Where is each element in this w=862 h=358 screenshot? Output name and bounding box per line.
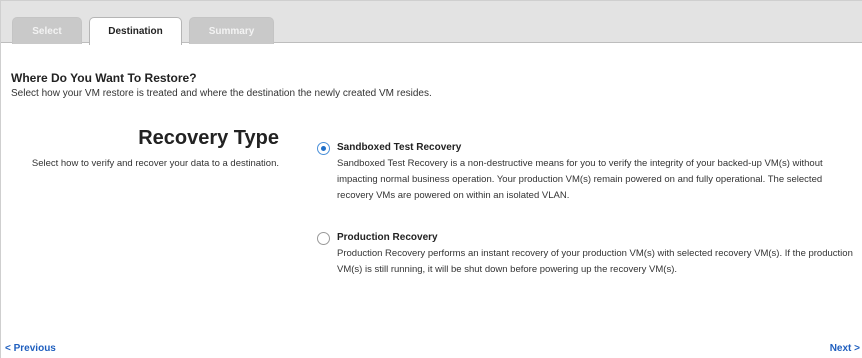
recovery-type-description: Select how to verify and recover your da…: [31, 158, 279, 169]
wizard-tab-bar: Select Destination Summary: [1, 1, 862, 45]
sandboxed-test-recovery-radio[interactable]: [317, 142, 330, 155]
production-recovery-label[interactable]: Production Recovery: [337, 232, 438, 243]
previous-link[interactable]: < Previous: [5, 343, 56, 354]
tab-summary-label: Summary: [208, 25, 255, 37]
tab-destination[interactable]: Destination: [89, 17, 182, 45]
production-recovery-description: Production Recovery performs an instant …: [337, 248, 853, 275]
sandboxed-test-recovery-label[interactable]: Sandboxed Test Recovery: [337, 142, 461, 153]
page-heading: Where Do You Want To Restore?: [11, 71, 197, 85]
production-recovery-radio[interactable]: [317, 232, 330, 245]
wizard-frame: Select Destination Summary Where Do You …: [0, 0, 862, 358]
tab-destination-label: Destination: [108, 26, 163, 37]
tab-select-label: Select: [32, 25, 62, 37]
tab-select[interactable]: Select: [12, 17, 82, 44]
recovery-type-title: Recovery Type: [138, 127, 279, 149]
tab-summary[interactable]: Summary: [189, 17, 274, 44]
page-subheading: Select how your VM restore is treated an…: [11, 88, 432, 99]
sandboxed-test-recovery-description: Sandboxed Test Recovery is a non-destruc…: [337, 158, 823, 201]
next-link[interactable]: Next >: [830, 343, 860, 354]
